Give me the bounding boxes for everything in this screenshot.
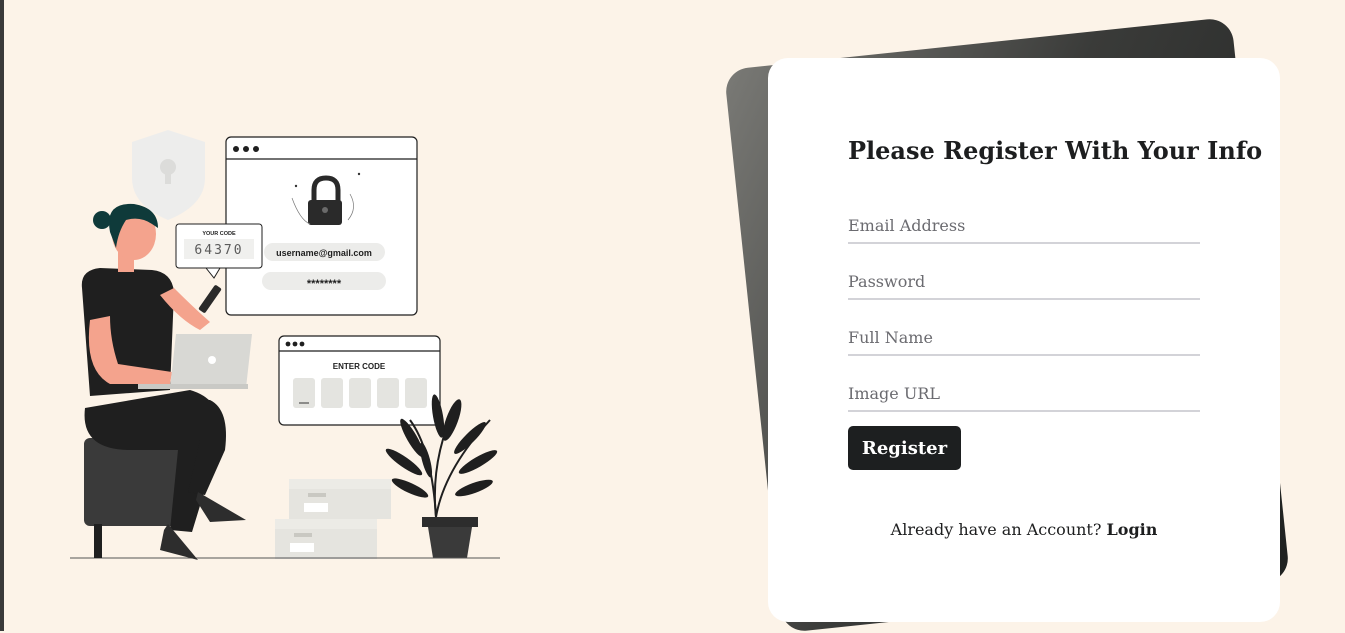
full-name-field[interactable] xyxy=(848,320,1200,356)
username-text: username@gmail.com xyxy=(276,248,372,258)
email-field[interactable] xyxy=(848,208,1200,244)
register-button[interactable]: Register xyxy=(848,426,961,470)
enter-code-window: ENTER CODE xyxy=(278,335,441,426)
form-title: Please Register With Your Info xyxy=(848,136,1263,165)
register-card: Please Register With Your Info Register … xyxy=(768,58,1280,622)
password-text: ******** xyxy=(307,278,342,290)
image-url-field[interactable] xyxy=(848,376,1200,412)
storage-boxes xyxy=(275,479,391,559)
left-edge-bar xyxy=(0,0,4,631)
password-field[interactable] xyxy=(848,264,1200,300)
login-link[interactable]: Login xyxy=(1107,520,1158,539)
login-prompt-line: Already have an Account? Login xyxy=(768,520,1280,539)
code-value: 64370 xyxy=(194,243,243,258)
code-label: YOUR CODE xyxy=(202,231,236,237)
enter-code-label: ENTER CODE xyxy=(333,362,386,371)
login-illustration: username@gmail.com ******** YOUR CODE 64… xyxy=(60,120,510,570)
login-prompt-text: Already have an Account? xyxy=(890,520,1102,539)
